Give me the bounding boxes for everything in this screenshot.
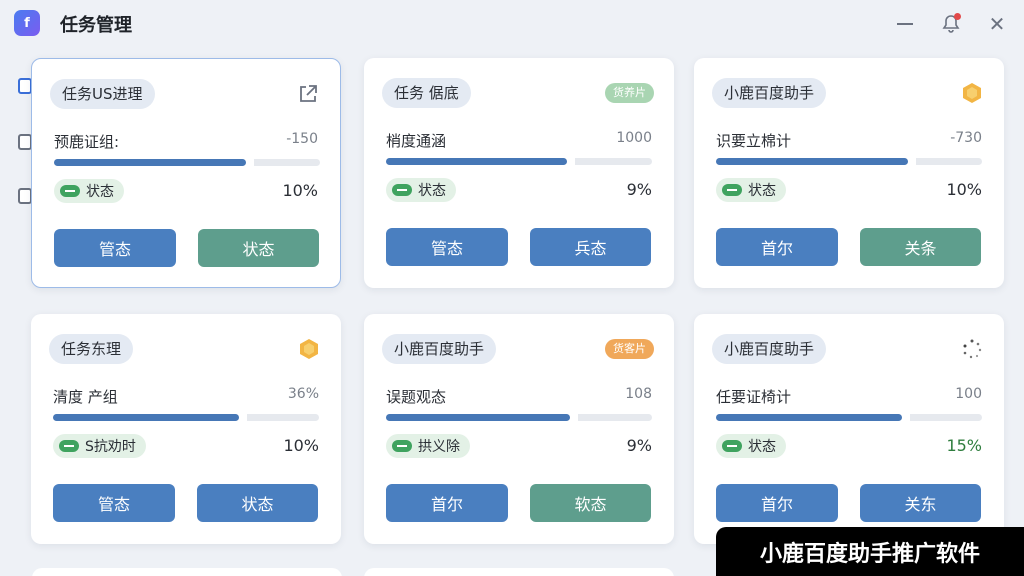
- progress-fill: [53, 414, 239, 421]
- progress-bar: [386, 414, 652, 421]
- status-chip[interactable]: S抗劝时: [53, 434, 146, 458]
- percent-value: 15%: [946, 436, 982, 455]
- card-primary-button[interactable]: 管态: [53, 484, 175, 522]
- card-title: 任务US进理: [50, 79, 155, 109]
- metric-label: 梢度通涵: [386, 132, 447, 150]
- task-card-partial: [32, 568, 342, 576]
- task-card[interactable]: 任务东理 清度 产组 36% S抗劝时 10% 管态 状态: [31, 314, 341, 544]
- card-secondary-button[interactable]: 状态: [197, 484, 318, 522]
- minimize-button[interactable]: [892, 11, 918, 37]
- metric-value: 36%: [287, 386, 319, 402]
- metric-label: 识要立棉计: [716, 132, 792, 150]
- card-secondary-button[interactable]: 关条: [860, 228, 981, 266]
- metric-value: 108: [625, 386, 652, 402]
- app-logo-icon: f: [14, 10, 40, 36]
- card-secondary-button[interactable]: 兵态: [530, 228, 651, 266]
- progress-bar: [53, 414, 319, 421]
- card-primary-button[interactable]: 管态: [54, 229, 176, 267]
- status-toggle-icon: [722, 440, 742, 452]
- task-card[interactable]: 小鹿百度助手 识要立棉计 -730 状态 10% 首尔 关条: [694, 58, 1004, 288]
- status-label: 状态: [748, 439, 776, 455]
- task-card-partial: [364, 568, 674, 576]
- metric-value: -150: [286, 131, 318, 147]
- status-toggle-icon: [392, 440, 412, 452]
- card-title: 小鹿百度助手: [382, 334, 497, 364]
- task-card[interactable]: 任务 倨底 货养片 梢度通涵 1000 状态 9% 管态 兵态: [364, 58, 674, 288]
- app-title: 任务管理: [60, 15, 132, 36]
- status-label: 状态: [86, 184, 114, 200]
- shield-icon: [297, 337, 321, 361]
- percent-value: 9%: [626, 436, 652, 455]
- loading-icon: [960, 337, 984, 361]
- task-card[interactable]: 任务US进理 预鹿证组: -150 状态 10% 管态 状态: [31, 58, 341, 288]
- status-toggle-icon: [722, 184, 742, 196]
- status-chip[interactable]: 拱义除: [386, 434, 470, 458]
- card-title: 任务 倨底: [382, 78, 471, 108]
- card-badge: 货客片: [605, 339, 654, 359]
- task-card[interactable]: 小鹿百度助手 货客片 误题观态 108 拱义除 9% 首尔 软态: [364, 314, 674, 544]
- metric-label: 清度 产组: [53, 388, 118, 406]
- status-toggle-icon: [392, 184, 412, 196]
- metric-value: 1000: [616, 130, 652, 146]
- metric-value: -730: [950, 130, 982, 146]
- progress-fill: [54, 159, 246, 166]
- status-chip[interactable]: 状态: [716, 178, 786, 202]
- metric-value: 100: [955, 386, 982, 402]
- progress-fill: [716, 414, 902, 421]
- notification-bell-icon[interactable]: [938, 11, 964, 37]
- card-primary-button[interactable]: 首尔: [716, 228, 838, 266]
- card-secondary-button[interactable]: 关东: [860, 484, 981, 522]
- close-button[interactable]: ✕: [984, 11, 1010, 37]
- status-label: 拱义除: [418, 439, 460, 455]
- card-secondary-button[interactable]: 状态: [198, 229, 319, 267]
- shield-icon: [960, 81, 984, 105]
- progress-bar: [386, 158, 652, 165]
- card-primary-button[interactable]: 首尔: [716, 484, 838, 522]
- promo-watermark: 小鹿百度助手推广软件: [716, 527, 1024, 576]
- status-chip[interactable]: 状态: [716, 434, 786, 458]
- status-chip[interactable]: 状态: [54, 179, 124, 203]
- progress-fill: [716, 158, 908, 165]
- card-badge: 货养片: [605, 83, 654, 103]
- percent-value: 10%: [282, 181, 318, 200]
- notification-dot: [954, 13, 961, 20]
- card-primary-button[interactable]: 管态: [386, 228, 508, 266]
- external-link-icon[interactable]: [296, 82, 320, 106]
- progress-bar: [716, 414, 982, 421]
- sidebar-item-tasks[interactable]: [18, 78, 32, 94]
- progress-fill: [386, 414, 570, 421]
- progress-fill: [386, 158, 567, 165]
- percent-value: 9%: [626, 180, 652, 199]
- task-card[interactable]: 小鹿百度助手 任要证椅计 100 状态 15% 首尔 关东: [694, 314, 1004, 544]
- sidebar-item-3[interactable]: [18, 188, 32, 204]
- metric-label: 误题观态: [386, 388, 447, 406]
- card-title: 任务东理: [49, 334, 134, 364]
- status-label: 状态: [748, 183, 776, 199]
- status-label: S抗劝时: [85, 439, 136, 455]
- sidebar-rail: [0, 58, 32, 576]
- progress-bar: [716, 158, 982, 165]
- card-secondary-button[interactable]: 软态: [530, 484, 651, 522]
- card-title: 小鹿百度助手: [712, 78, 827, 108]
- status-chip[interactable]: 状态: [386, 178, 456, 202]
- card-title: 小鹿百度助手: [712, 334, 827, 364]
- metric-label: 任要证椅计: [716, 388, 792, 406]
- progress-bar: [54, 159, 320, 166]
- sidebar-item-2[interactable]: [18, 134, 32, 150]
- card-primary-button[interactable]: 首尔: [386, 484, 508, 522]
- title-bar: f 任务管理 ✕: [0, 0, 1024, 46]
- metric-label: 预鹿证组:: [54, 133, 120, 151]
- status-toggle-icon: [59, 440, 79, 452]
- status-label: 状态: [418, 183, 446, 199]
- percent-value: 10%: [283, 436, 319, 455]
- percent-value: 10%: [946, 180, 982, 199]
- status-toggle-icon: [60, 185, 80, 197]
